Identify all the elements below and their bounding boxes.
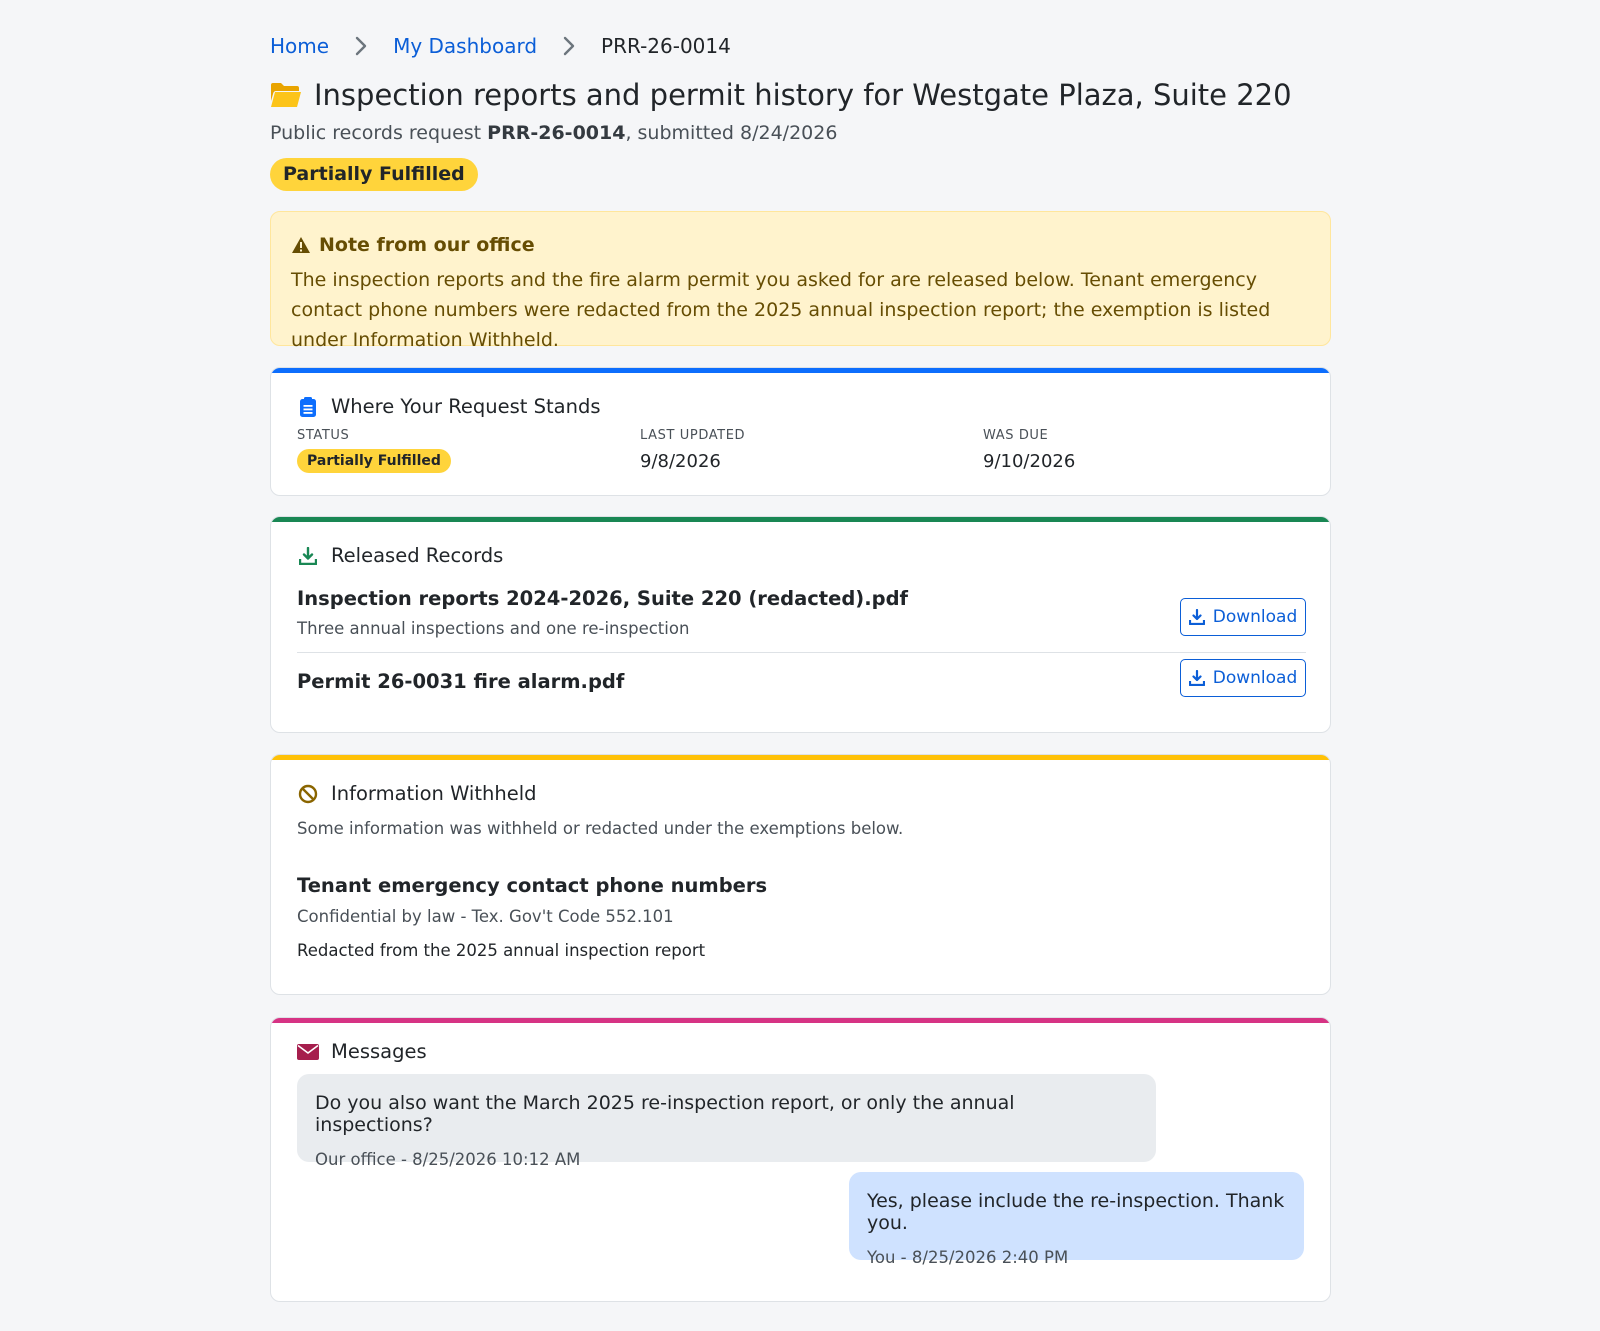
alert-title-text: Note from our office (319, 234, 535, 256)
card-accent-bar (271, 755, 1330, 760)
file-description: Three annual inspections and one re-insp… (297, 619, 690, 638)
request-status-card: Where Your Request Stands STATUS Partial… (270, 367, 1331, 496)
file-name: Inspection reports 2024-2026, Suite 220 … (297, 587, 909, 610)
envelope-icon (297, 1043, 319, 1060)
exemption-note: Redacted from the 2025 annual inspection… (297, 941, 706, 960)
download-button[interactable]: Download (1180, 598, 1306, 636)
card-accent-bar (271, 368, 1330, 373)
card-heading: Messages (297, 1040, 427, 1063)
divider (297, 652, 1306, 653)
page-title-text: Inspection reports and permit history fo… (314, 78, 1292, 112)
message-text: Yes, please include the re-inspection. T… (867, 1190, 1285, 1234)
file-row: Permit 26-0031 fire alarm.pdf Download (297, 659, 1306, 710)
alert-body: The inspection reports and the fire alar… (291, 269, 1271, 351)
due-date-label: WAS DUE (983, 428, 1049, 443)
request-id: PRR-26-0014 (487, 122, 626, 144)
download-button-label: Download (1212, 607, 1298, 627)
download-button-label: Download (1212, 668, 1298, 688)
clipboard-icon (297, 396, 319, 417)
card-heading: Released Records (297, 544, 503, 567)
page-title: Inspection reports and permit history fo… (270, 78, 1292, 112)
last-updated-label: LAST UPDATED (640, 428, 746, 443)
message-text: Do you also want the March 2025 re-inspe… (315, 1092, 1015, 1136)
card-heading-text: Messages (331, 1040, 427, 1063)
card-accent-bar (271, 517, 1330, 522)
download-icon (1188, 670, 1205, 686)
card-heading: Where Your Request Stands (297, 395, 601, 418)
download-icon (1188, 609, 1205, 625)
breadcrumb-dashboard-link[interactable]: My Dashboard (393, 34, 537, 58)
exemption-title: Tenant emergency contact phone numbers (297, 874, 768, 897)
office-note-alert: Note from our office The inspection repo… (270, 211, 1331, 351)
released-records-card: Released Records Inspection reports 2024… (270, 516, 1331, 733)
status-badge: Partially Fulfilled (270, 158, 478, 191)
request-subtitle: Public records request PRR-26-0014, subm… (270, 122, 837, 144)
card-heading-text: Released Records (331, 544, 504, 567)
chevron-right-icon (355, 36, 367, 56)
due-date-column: WAS DUE 9/10/2026 (983, 428, 1075, 472)
card-heading-text: Information Withheld (331, 782, 537, 805)
alert-title: Note from our office (291, 234, 1310, 256)
ban-icon (297, 784, 319, 804)
folder-open-icon (270, 82, 302, 108)
status-badge-small: Partially Fulfilled (297, 449, 451, 473)
breadcrumb-current: PRR-26-0014 (601, 34, 731, 58)
message-bubble-office: Do you also want the March 2025 re-inspe… (297, 1074, 1156, 1169)
message-meta: Our office - 8/25/2026 10:12 AM (315, 1150, 581, 1169)
card-heading: Information Withheld (297, 782, 537, 805)
last-updated-column: LAST UPDATED 9/8/2026 (640, 428, 745, 472)
due-date-value: 9/10/2026 (983, 451, 1076, 472)
last-updated-value: 9/8/2026 (640, 451, 721, 472)
breadcrumb: Home My Dashboard PRR-26-0014 (270, 34, 731, 58)
status-label: STATUS (297, 428, 350, 443)
exemption-law: Confidential by law - Tex. Gov't Code 55… (297, 907, 674, 926)
chevron-right-icon (563, 36, 575, 56)
withheld-card: Information Withheld Some information wa… (270, 754, 1331, 995)
messages-card: Messages Do you also want the March 2025… (270, 1017, 1331, 1302)
warning-triangle-icon (291, 236, 311, 254)
subtitle-suffix: , submitted 8/24/2026 (625, 122, 838, 144)
file-name: Permit 26-0031 fire alarm.pdf (297, 670, 625, 693)
card-heading-text: Where Your Request Stands (331, 395, 601, 418)
message-meta: You - 8/25/2026 2:40 PM (867, 1248, 1069, 1267)
breadcrumb-home-link[interactable]: Home (270, 34, 329, 58)
withheld-intro: Some information was withheld or redacte… (297, 819, 904, 838)
file-row: Inspection reports 2024-2026, Suite 220 … (297, 587, 1306, 647)
download-button[interactable]: Download (1180, 659, 1306, 697)
download-icon (297, 546, 319, 565)
subtitle-prefix: Public records request (270, 122, 488, 144)
status-column: STATUS Partially Fulfilled (297, 428, 451, 473)
card-accent-bar (271, 1018, 1330, 1023)
message-bubble-you: Yes, please include the re-inspection. T… (849, 1172, 1304, 1267)
